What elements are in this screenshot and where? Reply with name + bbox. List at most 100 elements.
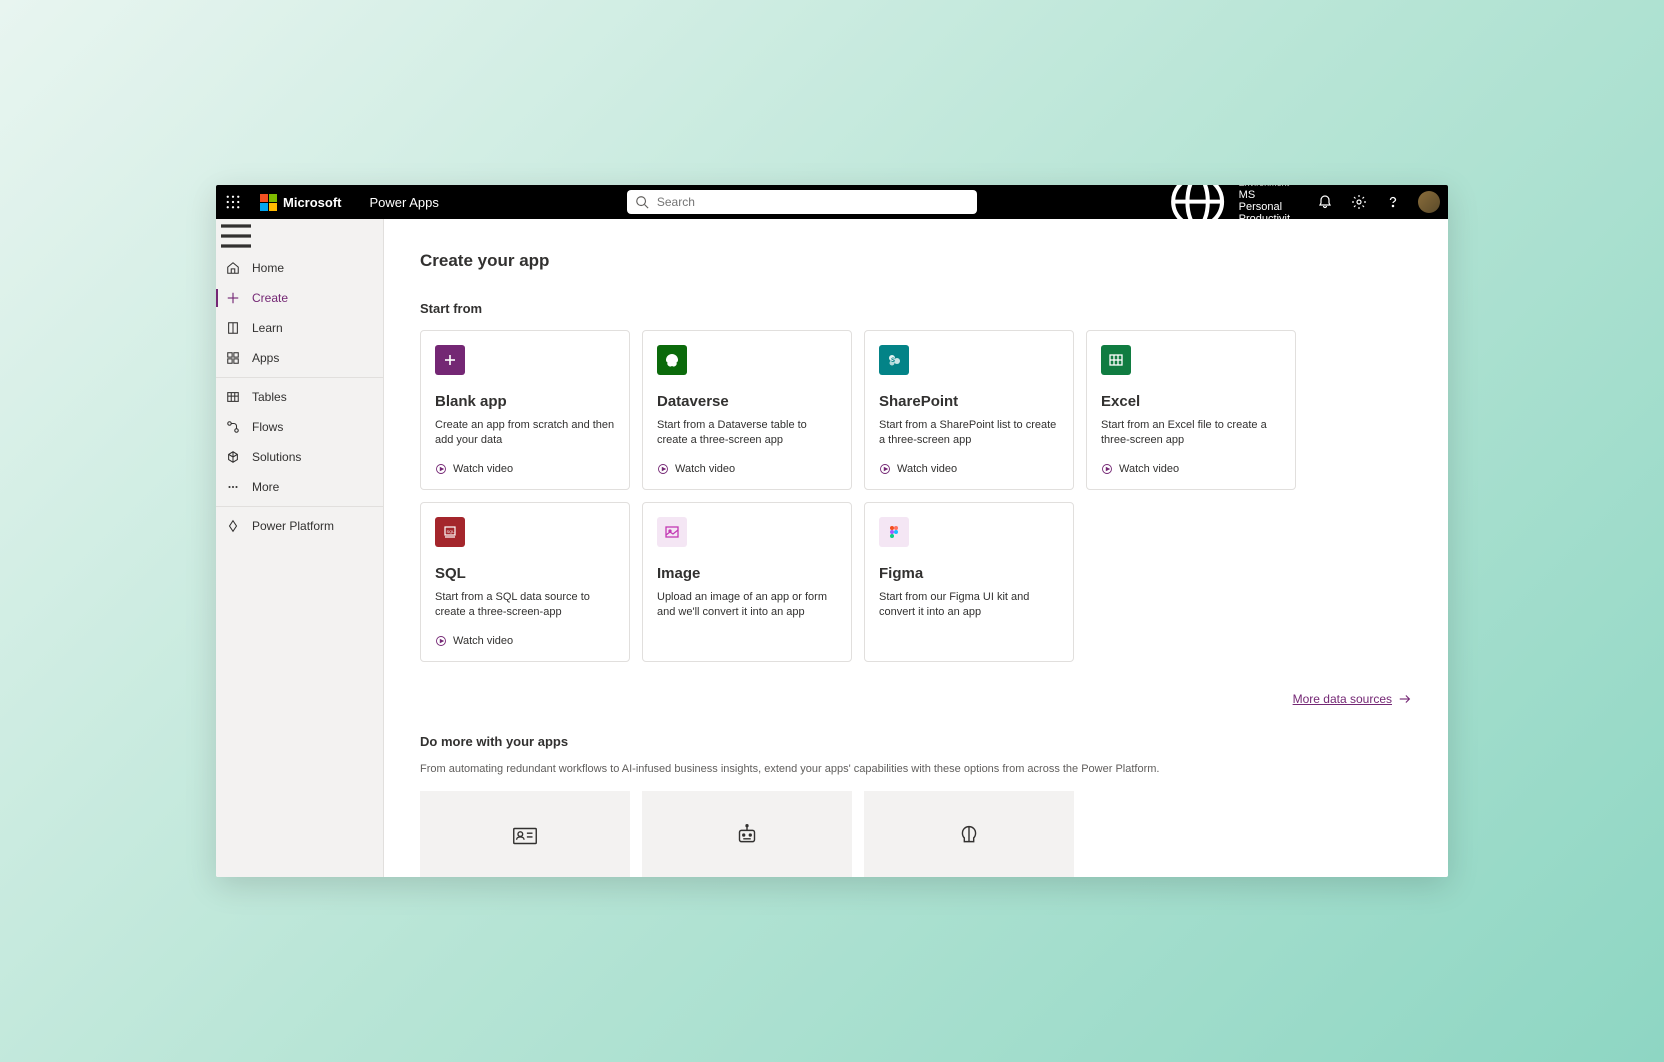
microsoft-logo: Microsoft xyxy=(250,185,352,219)
svg-text:S: S xyxy=(891,358,895,364)
do-more-title: Do more with your apps xyxy=(420,734,1412,749)
app-window: Microsoft Power Apps Environment MS Pers… xyxy=(216,185,1448,877)
sharepoint-icon: S xyxy=(879,345,909,375)
plus-icon xyxy=(435,345,465,375)
sidebar-item-learn[interactable]: Learn xyxy=(216,313,383,343)
brain-icon xyxy=(954,821,984,851)
start-card-dataverse[interactable]: Dataverse Start from a Dataverse table to… xyxy=(642,330,852,490)
apps-icon xyxy=(226,351,240,365)
watch-video-text: Watch video xyxy=(675,463,735,475)
bell-icon xyxy=(1317,194,1333,210)
start-card-blank-app[interactable]: Blank app Create an app from scratch and … xyxy=(420,330,630,490)
svg-text:SQL: SQL xyxy=(447,529,456,534)
app-launcher-button[interactable] xyxy=(216,185,250,219)
arrow-right-icon xyxy=(1398,692,1412,706)
solutions-icon xyxy=(226,450,240,464)
more-link-text: More data sources xyxy=(1293,692,1392,706)
sidebar-item-flows[interactable]: Flows xyxy=(216,412,383,442)
card-title: Excel xyxy=(1101,393,1281,410)
profile-card-icon xyxy=(510,821,540,851)
watch-video-text: Watch video xyxy=(897,463,957,475)
sidebar-item-solutions[interactable]: Solutions xyxy=(216,442,383,472)
start-card-excel[interactable]: Excel Start from an Excel file to create … xyxy=(1086,330,1296,490)
card-description: Start from a SharePoint list to create a… xyxy=(879,418,1059,453)
notifications-button[interactable] xyxy=(1310,185,1340,219)
bot-icon xyxy=(732,821,762,851)
home-icon xyxy=(226,261,240,275)
do-more-card-ai[interactable] xyxy=(864,791,1074,877)
sidebar-item-label: Solutions xyxy=(252,450,301,464)
image-icon xyxy=(657,517,687,547)
play-icon xyxy=(879,463,891,475)
play-icon xyxy=(435,635,447,647)
table-icon xyxy=(226,390,240,404)
watch-video-link[interactable]: Watch video xyxy=(879,463,1059,475)
watch-video-text: Watch video xyxy=(453,463,513,475)
search-box[interactable] xyxy=(627,190,977,214)
sidebar-item-label: Power Platform xyxy=(252,519,334,533)
card-title: Dataverse xyxy=(657,393,837,410)
settings-button[interactable] xyxy=(1344,185,1374,219)
card-description: Start from our Figma UI kit and convert … xyxy=(879,590,1059,637)
watch-video-link[interactable]: Watch video xyxy=(435,463,615,475)
flow-icon xyxy=(226,420,240,434)
card-description: Start from a SQL data source to create a… xyxy=(435,590,615,625)
play-icon xyxy=(1101,463,1113,475)
hamburger-icon xyxy=(216,219,256,256)
excel-icon xyxy=(1101,345,1131,375)
sidebar-item-power-platform[interactable]: Power Platform xyxy=(216,511,383,541)
brand-text: Microsoft xyxy=(283,195,342,210)
more-data-sources-link[interactable]: More data sources xyxy=(1293,692,1412,706)
main-content: Create your app Start from Blank app Crea… xyxy=(384,219,1448,877)
book-icon xyxy=(226,321,240,335)
plus-icon xyxy=(226,291,240,305)
watch-video-text: Watch video xyxy=(1119,463,1179,475)
watch-video-link[interactable]: Watch video xyxy=(1101,463,1281,475)
do-more-grid xyxy=(420,791,1412,877)
sidebar-item-create[interactable]: Create xyxy=(216,283,383,313)
more-icon xyxy=(226,480,240,494)
start-from-grid: Blank app Create an app from scratch and … xyxy=(420,330,1412,662)
card-description: Start from a Dataverse table to create a… xyxy=(657,418,837,453)
sidebar-item-label: Tables xyxy=(252,390,287,404)
card-description: Start from an Excel file to create a thr… xyxy=(1101,418,1281,453)
sidebar-item-label: Learn xyxy=(252,321,283,335)
sidebar-item-label: Flows xyxy=(252,420,283,434)
sidebar-item-tables[interactable]: Tables xyxy=(216,382,383,412)
watch-video-text: Watch video xyxy=(453,635,513,647)
sidebar-item-label: More xyxy=(252,480,279,494)
do-more-card-bot[interactable] xyxy=(642,791,852,877)
search-icon xyxy=(635,195,649,209)
sidebar-toggle[interactable] xyxy=(216,219,256,253)
dataverse-icon xyxy=(657,345,687,375)
question-icon xyxy=(1385,194,1401,210)
start-card-sharepoint[interactable]: S SharePoint Start from a SharePoint list … xyxy=(864,330,1074,490)
card-description: Create an app from scratch and then add … xyxy=(435,418,615,453)
user-avatar[interactable] xyxy=(1418,191,1440,213)
search-input[interactable] xyxy=(649,195,969,209)
app-name: Power Apps xyxy=(352,195,457,210)
card-title: SharePoint xyxy=(879,393,1059,410)
card-title: Figma xyxy=(879,565,1059,582)
help-button[interactable] xyxy=(1378,185,1408,219)
card-title: SQL xyxy=(435,565,615,582)
platform-icon xyxy=(226,519,240,533)
start-card-figma[interactable]: Figma Start from our Figma UI kit and con… xyxy=(864,502,1074,662)
sidebar-item-label: Create xyxy=(252,291,288,305)
sidebar-item-label: Apps xyxy=(252,351,279,365)
watch-video-link[interactable]: Watch video xyxy=(435,635,615,647)
start-card-sql[interactable]: SQL SQL Start from a SQL data source to cr… xyxy=(420,502,630,662)
page-title: Create your app xyxy=(420,251,1412,271)
gear-icon xyxy=(1351,194,1367,210)
card-title: Blank app xyxy=(435,393,615,410)
sidebar-item-apps[interactable]: Apps xyxy=(216,343,383,373)
play-icon xyxy=(657,463,669,475)
sidebar: Home Create Learn Apps Tables Flows Solutions M… xyxy=(216,219,384,877)
watch-video-link[interactable]: Watch video xyxy=(657,463,837,475)
start-card-image[interactable]: ImageUpload an image of an app or form a… xyxy=(642,502,852,662)
do-more-card-profile[interactable] xyxy=(420,791,630,877)
sql-icon: SQL xyxy=(435,517,465,547)
sidebar-item-home[interactable]: Home xyxy=(216,253,383,283)
start-from-label: Start from xyxy=(420,301,1412,316)
sidebar-item-more[interactable]: More xyxy=(216,472,383,502)
